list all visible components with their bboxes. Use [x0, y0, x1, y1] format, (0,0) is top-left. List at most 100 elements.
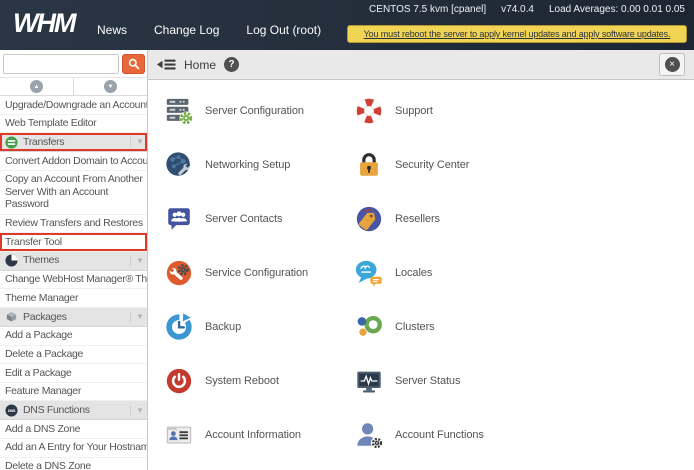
system-info: CENTOS 7.5 kvm [cpanel] v74.0.4 Load Ave… [369, 4, 685, 15]
collapse-sidebar-icon [157, 59, 176, 70]
sidebar-section-themes[interactable]: Themes ▼ [0, 251, 147, 271]
locales-icon [355, 260, 382, 287]
grid-item-label: Server Configuration [205, 105, 304, 117]
grid-item-account-functions[interactable]: Account Functions [354, 408, 694, 462]
grid-item-label: Resellers [395, 213, 440, 225]
grid-item-service-configuration[interactable]: Service Configuration [164, 246, 354, 300]
load-averages: Load Averages: 0.00 0.01 0.05 [548, 4, 685, 15]
service-configuration-icon [166, 260, 192, 286]
grid-item-label: Server Contacts [205, 213, 283, 225]
sidebar-item-delete-dns-zone[interactable]: Delete a DNS Zone [0, 458, 147, 470]
scroll-down-button[interactable]: ▼ [73, 78, 147, 95]
feature-grid: Server Configuration Support Networking … [148, 80, 694, 462]
grid-item-account-information[interactable]: Account Information [164, 408, 354, 462]
sidebar-section-label: Packages [23, 310, 67, 323]
clusters-icon [357, 315, 382, 336]
chevron-down-icon[interactable]: ▼ [130, 255, 144, 266]
themes-icon [5, 254, 18, 267]
sidebar-item-add-dns-zone[interactable]: Add a DNS Zone [0, 420, 147, 439]
grid-item-server-contacts[interactable]: Server Contacts [164, 192, 354, 246]
nav-change-log[interactable]: Change Log [154, 23, 219, 37]
backup-icon [166, 313, 192, 340]
server-contacts-icon [168, 208, 190, 230]
sidebar-item-edit-package[interactable]: Edit a Package [0, 364, 147, 383]
grid-item-label: Service Configuration [205, 267, 309, 279]
support-icon [356, 98, 382, 124]
server-configuration-icon [166, 98, 193, 125]
grid-item-system-reboot[interactable]: System Reboot [164, 354, 354, 408]
scroll-up-button[interactable]: ▲ [0, 78, 73, 95]
grid-item-label: Account Information [205, 429, 301, 441]
top-navigation: News Change Log Log Out (root) [97, 23, 321, 37]
sidebar-section-label: DNS Functions [23, 404, 90, 417]
grid-item-label: Clusters [395, 321, 435, 333]
main-panel: Home ? × Server Configuration Support Ne… [148, 50, 694, 470]
grid-item-label: System Reboot [205, 375, 279, 387]
search-input[interactable] [3, 53, 119, 74]
sidebar-item-feature-manager[interactable]: Feature Manager [0, 383, 147, 402]
sidebar-item-review-transfers[interactable]: Review Transfers and Restores [0, 215, 147, 234]
search-icon [128, 58, 139, 69]
grid-item-security-center[interactable]: Security Center [354, 138, 694, 192]
breadcrumb-home[interactable]: Home [184, 58, 216, 72]
breadcrumb-bar: Home ? × [148, 50, 694, 80]
grid-item-label: Security Center [395, 159, 470, 171]
grid-item-server-configuration[interactable]: Server Configuration [164, 84, 354, 138]
nav-news[interactable]: News [97, 23, 127, 37]
chevron-down-icon[interactable]: ▼ [130, 405, 144, 416]
sidebar-item-upgrade-downgrade-account[interactable]: Upgrade/Downgrade an Account [0, 96, 147, 115]
resellers-icon [356, 206, 382, 232]
account-functions-icon [357, 423, 384, 450]
grid-item-networking-setup[interactable]: Networking Setup [164, 138, 354, 192]
collapse-sidebar-button[interactable] [157, 58, 176, 71]
grid-item-label: Account Functions [395, 429, 484, 441]
whm-version: v74.0.4 [501, 4, 534, 15]
system-os: CENTOS 7.5 kvm [cpanel] [369, 4, 487, 15]
help-icon[interactable]: ? [224, 57, 240, 72]
search-button[interactable] [122, 53, 145, 74]
sidebar-pager: ▲ ▼ [0, 77, 147, 96]
grid-item-locales[interactable]: Locales [354, 246, 694, 300]
grid-item-server-status[interactable]: Server Status [354, 354, 694, 408]
grid-item-label: Backup [205, 321, 242, 333]
sidebar-section-label: Themes [23, 254, 60, 267]
grid-item-backup[interactable]: Backup [164, 300, 354, 354]
packages-icon [5, 310, 18, 323]
sidebar-item-add-package[interactable]: Add a Package [0, 327, 147, 346]
transfers-icon [5, 136, 18, 149]
grid-item-label: Networking Setup [205, 159, 291, 171]
sidebar-item-add-a-entry[interactable]: Add an A Entry for Your Hostname [0, 439, 147, 458]
sidebar-section-transfers[interactable]: Transfers ▼ [0, 133, 147, 153]
sidebar-section-dns-functions[interactable]: DNS DNS Functions ▼ [0, 401, 147, 421]
system-reboot-icon [166, 368, 192, 394]
nav-log-out[interactable]: Log Out (root) [246, 23, 321, 37]
top-bar: WHM News Change Log Log Out (root) CENTO… [0, 0, 694, 50]
whm-logo[interactable]: WHM [13, 8, 77, 39]
svg-text:DNS: DNS [8, 408, 16, 413]
security-center-icon [360, 153, 378, 176]
sidebar: ▲ ▼ Upgrade/Downgrade an Account Web Tem… [0, 50, 148, 470]
grid-item-label: Support [395, 105, 433, 117]
grid-item-resellers[interactable]: Resellers [354, 192, 694, 246]
sidebar-item-transfer-tool[interactable]: Transfer Tool [0, 233, 147, 252]
sidebar-item-convert-addon-domain[interactable]: Convert Addon Domain to Account [0, 152, 147, 171]
close-icon: × [664, 57, 680, 72]
sidebar-item-web-template-editor[interactable]: Web Template Editor [0, 115, 147, 134]
grid-item-clusters[interactable]: Clusters [354, 300, 694, 354]
server-status-icon [357, 371, 381, 393]
grid-item-label: Server Status [395, 375, 461, 387]
sidebar-item-copy-account[interactable]: Copy an Account From Another Server With… [0, 171, 147, 215]
sidebar-item-delete-package[interactable]: Delete a Package [0, 346, 147, 365]
sidebar-item-theme-manager[interactable]: Theme Manager [0, 289, 147, 308]
reboot-alert-link[interactable]: You must reboot the server to apply kern… [347, 25, 687, 43]
close-button[interactable]: × [659, 53, 685, 76]
chevron-down-icon[interactable]: ▼ [130, 312, 144, 322]
networking-setup-icon [166, 152, 191, 176]
grid-item-support[interactable]: Support [354, 84, 694, 138]
sidebar-section-packages[interactable]: Packages ▼ [0, 307, 147, 327]
chevron-down-icon[interactable]: ▼ [130, 137, 144, 147]
grid-item-label: Locales [395, 267, 433, 279]
dns-functions-icon: DNS [5, 404, 18, 417]
sidebar-search-row [0, 50, 147, 77]
sidebar-item-change-whm-theme[interactable]: Change WebHost Manager® Theme [0, 271, 147, 290]
